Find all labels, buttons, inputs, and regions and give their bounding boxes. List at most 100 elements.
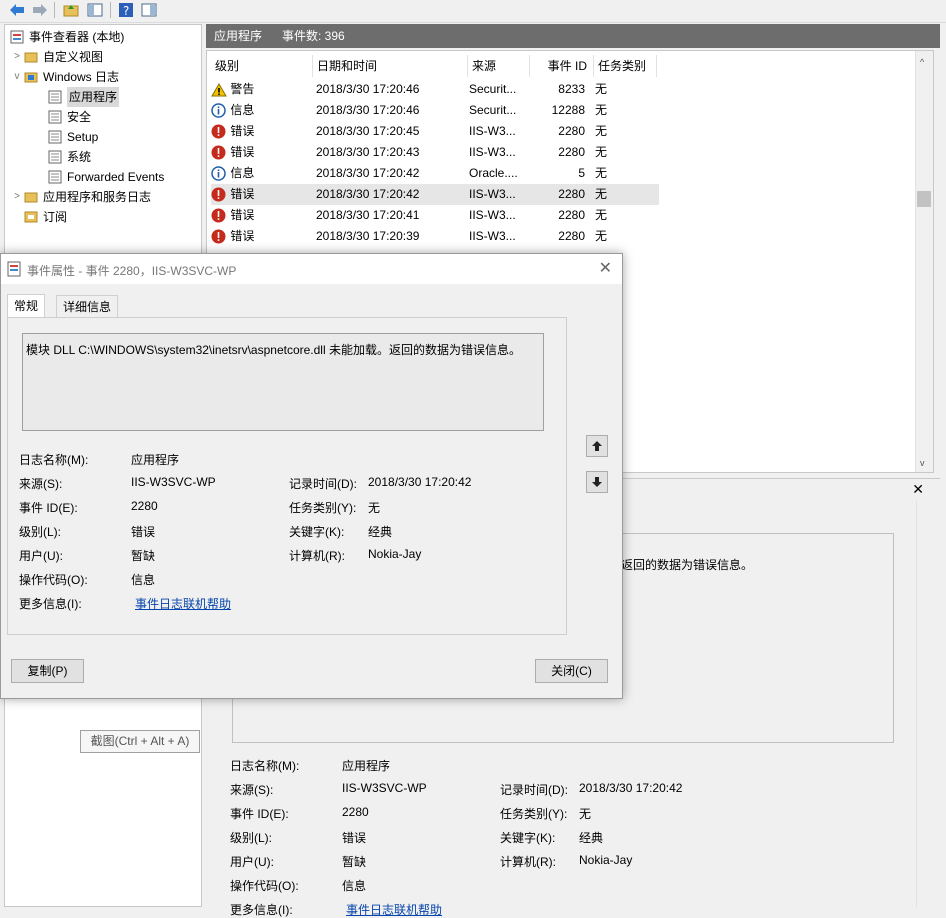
preview-more-info-link[interactable]: 事件日志联机帮助 bbox=[346, 901, 442, 918]
tree-item-forwarded-events[interactable]: Forwarded Events bbox=[47, 167, 164, 187]
error-icon bbox=[211, 205, 227, 226]
column-header-task-category[interactable]: 任务类别 bbox=[594, 55, 657, 77]
up-arrow-icon bbox=[592, 441, 602, 451]
cell-level: 错误 bbox=[211, 205, 254, 226]
column-header-date[interactable]: 日期和时间 bbox=[313, 55, 468, 77]
event-message-box[interactable]: 模块 DLL C:\WINDOWS\system32\inetsrv\aspne… bbox=[22, 333, 544, 431]
opcode-label: 操作代码(O): bbox=[19, 573, 88, 587]
preview-opcode: 信息 bbox=[342, 879, 367, 893]
preview-source-label: 来源(S): bbox=[230, 783, 274, 797]
cell-date: 2018/3/30 17:20:46 bbox=[316, 103, 420, 117]
tab-general[interactable]: 常规 bbox=[7, 294, 46, 318]
cell-task-category: 无 bbox=[595, 166, 608, 180]
preview-scrollbar[interactable] bbox=[916, 501, 934, 907]
tree-item-setup[interactable]: Setup bbox=[47, 127, 98, 147]
table-row[interactable]: 错误 2018/3/30 17:20:43 IIS-W3... 2280 无 bbox=[211, 142, 659, 163]
cell-task-category: 无 bbox=[595, 229, 608, 243]
back-arrow-icon[interactable] bbox=[8, 1, 26, 19]
warning-icon bbox=[211, 79, 227, 100]
column-header-level[interactable]: 级别 bbox=[211, 55, 313, 77]
cell-task-category: 无 bbox=[595, 124, 608, 138]
preview-user: 暂缺 bbox=[342, 855, 367, 869]
level-text: 错误 bbox=[230, 187, 255, 201]
console-tree-icon[interactable] bbox=[86, 1, 104, 19]
tree-item-security[interactable]: 安全 bbox=[47, 107, 91, 127]
scroll-up-icon[interactable]: ^ bbox=[920, 57, 924, 67]
folder-up-icon[interactable] bbox=[62, 1, 80, 19]
cell-event-id: 8233 bbox=[558, 82, 585, 96]
collapse-icon[interactable]: v bbox=[11, 67, 23, 87]
level-text: 错误 bbox=[230, 229, 255, 243]
cell-event-id: 5 bbox=[578, 166, 585, 180]
preview-more-info-label: 更多信息(I): bbox=[230, 903, 293, 917]
user-value: 暂缺 bbox=[131, 549, 156, 563]
expand-icon[interactable]: > bbox=[11, 187, 23, 207]
log-icon bbox=[47, 89, 63, 105]
tree-item-subscriptions[interactable]: 订阅 bbox=[23, 207, 67, 227]
more-info-label: 更多信息(I): bbox=[19, 597, 82, 611]
more-info-link[interactable]: 事件日志联机帮助 bbox=[135, 595, 231, 612]
column-header-source[interactable]: 来源 bbox=[468, 55, 530, 77]
cell-event-id: 12288 bbox=[551, 103, 585, 117]
preview-computer-label: 计算机(R): bbox=[500, 855, 556, 869]
dialog-close-icon[interactable]: ✕ bbox=[599, 258, 612, 278]
tree-item-custom-views[interactable]: > 自定义视图 bbox=[11, 47, 103, 67]
log-icon bbox=[47, 149, 63, 165]
close-button[interactable]: 关闭(C) bbox=[535, 659, 608, 683]
tree-item-system[interactable]: 系统 bbox=[47, 147, 91, 167]
tree-item-root[interactable]: 事件查看器 (本地) bbox=[9, 27, 124, 47]
scroll-thumb[interactable] bbox=[917, 191, 931, 207]
user-label: 用户(U): bbox=[19, 549, 63, 563]
preview-logged-label: 记录时间(D): bbox=[500, 783, 568, 797]
tab-details[interactable]: 详细信息 bbox=[56, 295, 119, 318]
cell-task-category: 无 bbox=[595, 103, 608, 117]
table-row[interactable]: 错误 2018/3/30 17:20:39 IIS-W3... 2280 无 bbox=[211, 226, 659, 247]
level-text: 警告 bbox=[230, 82, 255, 96]
list-scrollbar[interactable]: ^ v bbox=[915, 51, 933, 472]
copy-button[interactable]: 复制(P) bbox=[11, 659, 84, 683]
folder-icon bbox=[23, 189, 39, 205]
level-text: 信息 bbox=[230, 103, 255, 117]
source-label: 来源(S): bbox=[19, 477, 63, 491]
cell-source: IIS-W3... bbox=[469, 124, 516, 138]
source-value: IIS-W3SVC-WP bbox=[131, 475, 216, 489]
log-icon bbox=[47, 109, 63, 125]
log-icon bbox=[47, 129, 63, 145]
cell-level: 信息 bbox=[211, 100, 254, 121]
next-event-button[interactable] bbox=[586, 471, 608, 493]
logged-value: 2018/3/30 17:20:42 bbox=[368, 475, 472, 489]
log-name-label: 日志名称(M): bbox=[19, 453, 89, 467]
table-row[interactable]: 错误 2018/3/30 17:20:41 IIS-W3... 2280 无 bbox=[211, 205, 659, 226]
logged-label: 记录时间(D): bbox=[289, 477, 357, 491]
previous-event-button[interactable] bbox=[586, 435, 608, 457]
cell-task-category: 无 bbox=[595, 187, 608, 201]
scroll-down-icon[interactable]: v bbox=[920, 458, 925, 468]
column-header-event-id[interactable]: 事件 ID bbox=[530, 55, 594, 77]
preview-level: 错误 bbox=[342, 831, 367, 845]
tree-item-app-service-logs[interactable]: > 应用程序和服务日志 bbox=[11, 187, 151, 207]
preview-keywords-label: 关键字(K): bbox=[500, 831, 556, 845]
action-pane-icon[interactable] bbox=[140, 1, 158, 19]
tree-item-application[interactable]: 应用程序 bbox=[47, 87, 120, 107]
forward-arrow-icon[interactable] bbox=[31, 1, 49, 19]
help-icon[interactable]: ? bbox=[117, 1, 135, 19]
preview-source: IIS-W3SVC-WP bbox=[342, 781, 427, 795]
folder-icon bbox=[23, 49, 39, 65]
cell-date: 2018/3/30 17:20:42 bbox=[316, 166, 420, 180]
tree-item-windows-logs[interactable]: v Windows 日志 bbox=[11, 67, 120, 87]
table-row[interactable]: 错误 2018/3/30 17:20:45 IIS-W3... 2280 无 bbox=[211, 121, 659, 142]
dialog-title-bar[interactable]: 事件属性 - 事件 2280，IIS-W3SVC-WP ✕ bbox=[1, 254, 622, 284]
cell-source: IIS-W3... bbox=[469, 229, 516, 243]
table-row[interactable]: 信息 2018/3/30 17:20:46 Securit... 12288 无 bbox=[211, 100, 659, 121]
log-name-value: 应用程序 bbox=[131, 453, 180, 467]
cell-level: 错误 bbox=[211, 142, 254, 163]
preview-message-text: 返回的数据为错误信息。 bbox=[621, 558, 754, 572]
cell-date: 2018/3/30 17:20:42 bbox=[316, 187, 420, 201]
general-tab-panel: 模块 DLL C:\WINDOWS\system32\inetsrv\aspne… bbox=[7, 317, 567, 635]
close-icon[interactable]: ✕ bbox=[912, 481, 924, 498]
table-row[interactable]: 错误 2018/3/30 17:20:42 IIS-W3... 2280 无 bbox=[211, 184, 659, 205]
cell-task-category: 无 bbox=[595, 208, 608, 222]
expand-icon[interactable]: > bbox=[11, 47, 23, 67]
table-row[interactable]: 警告 2018/3/30 17:20:46 Securit... 8233 无 bbox=[211, 79, 659, 100]
table-row[interactable]: 信息 2018/3/30 17:20:42 Oracle.... 5 无 bbox=[211, 163, 659, 184]
